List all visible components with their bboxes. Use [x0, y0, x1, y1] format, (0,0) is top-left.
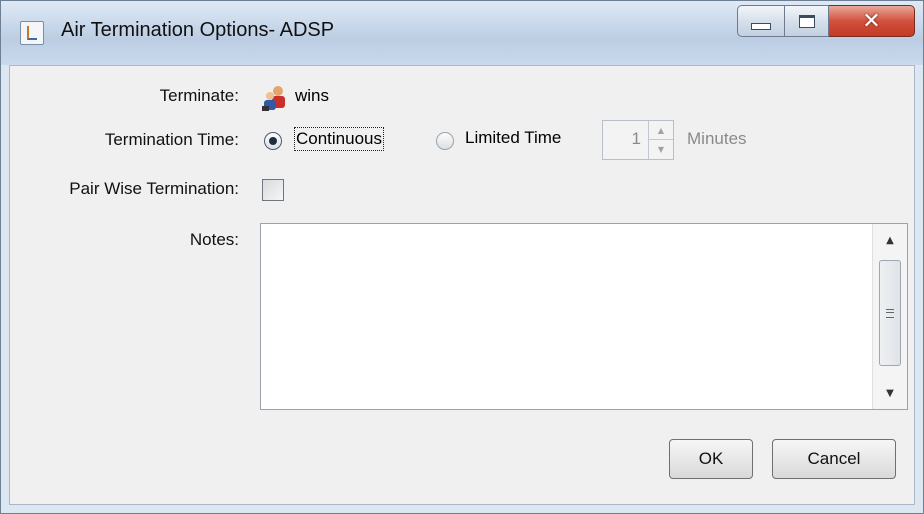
scroll-thumb[interactable] [879, 260, 901, 366]
notes-label: Notes: [189, 230, 239, 249]
limited-time-label[interactable]: Limited Time [465, 128, 561, 148]
continuous-label[interactable]: Continuous [294, 127, 385, 151]
notes-scrollbar[interactable]: ▲ ▼ [872, 224, 907, 409]
dialog-window: Air Termination Options- ADSP ✕ Terminat… [0, 0, 924, 514]
close-icon: ✕ [862, 8, 881, 34]
grip-icon [886, 308, 894, 318]
scroll-up-icon[interactable]: ▲ [873, 228, 907, 252]
java-cup-icon[interactable] [20, 21, 44, 45]
spinner-up-icon[interactable]: ▲ [649, 121, 673, 140]
maximize-icon [798, 14, 815, 28]
minimize-button[interactable] [737, 5, 785, 37]
continuous-radio[interactable] [264, 132, 282, 150]
pair-wise-checkbox[interactable] [262, 179, 284, 201]
pair-wise-label: Pair Wise Termination: [69, 179, 239, 198]
window-title: Air Termination Options- ADSP [61, 19, 335, 41]
termination-time-label: Termination Time: [104, 130, 239, 149]
title-bar[interactable]: Air Termination Options- ADSP ✕ [1, 1, 923, 65]
ok-button[interactable]: OK [669, 439, 753, 479]
cancel-button[interactable]: Cancel [772, 439, 896, 479]
users-icon [262, 86, 285, 111]
minutes-spinner[interactable]: 1 ▲ ▼ [602, 120, 674, 160]
limited-time-radio[interactable] [436, 132, 454, 150]
close-button[interactable]: ✕ [829, 5, 915, 37]
notes-textarea[interactable]: ▲ ▼ [260, 223, 908, 410]
minutes-value[interactable]: 1 [603, 129, 641, 149]
window-controls: ✕ [737, 5, 915, 39]
spinner-down-icon[interactable]: ▼ [649, 140, 673, 159]
spinner-buttons: ▲ ▼ [648, 121, 673, 159]
terminate-label: Terminate: [159, 86, 239, 105]
minimize-icon [751, 22, 771, 30]
maximize-button[interactable] [785, 5, 829, 37]
minutes-label: Minutes [687, 129, 747, 148]
dialog-content: Terminate: wins Termination Time: Contin… [9, 65, 915, 505]
scroll-down-icon[interactable]: ▼ [873, 381, 907, 405]
terminate-value: wins [295, 86, 330, 105]
